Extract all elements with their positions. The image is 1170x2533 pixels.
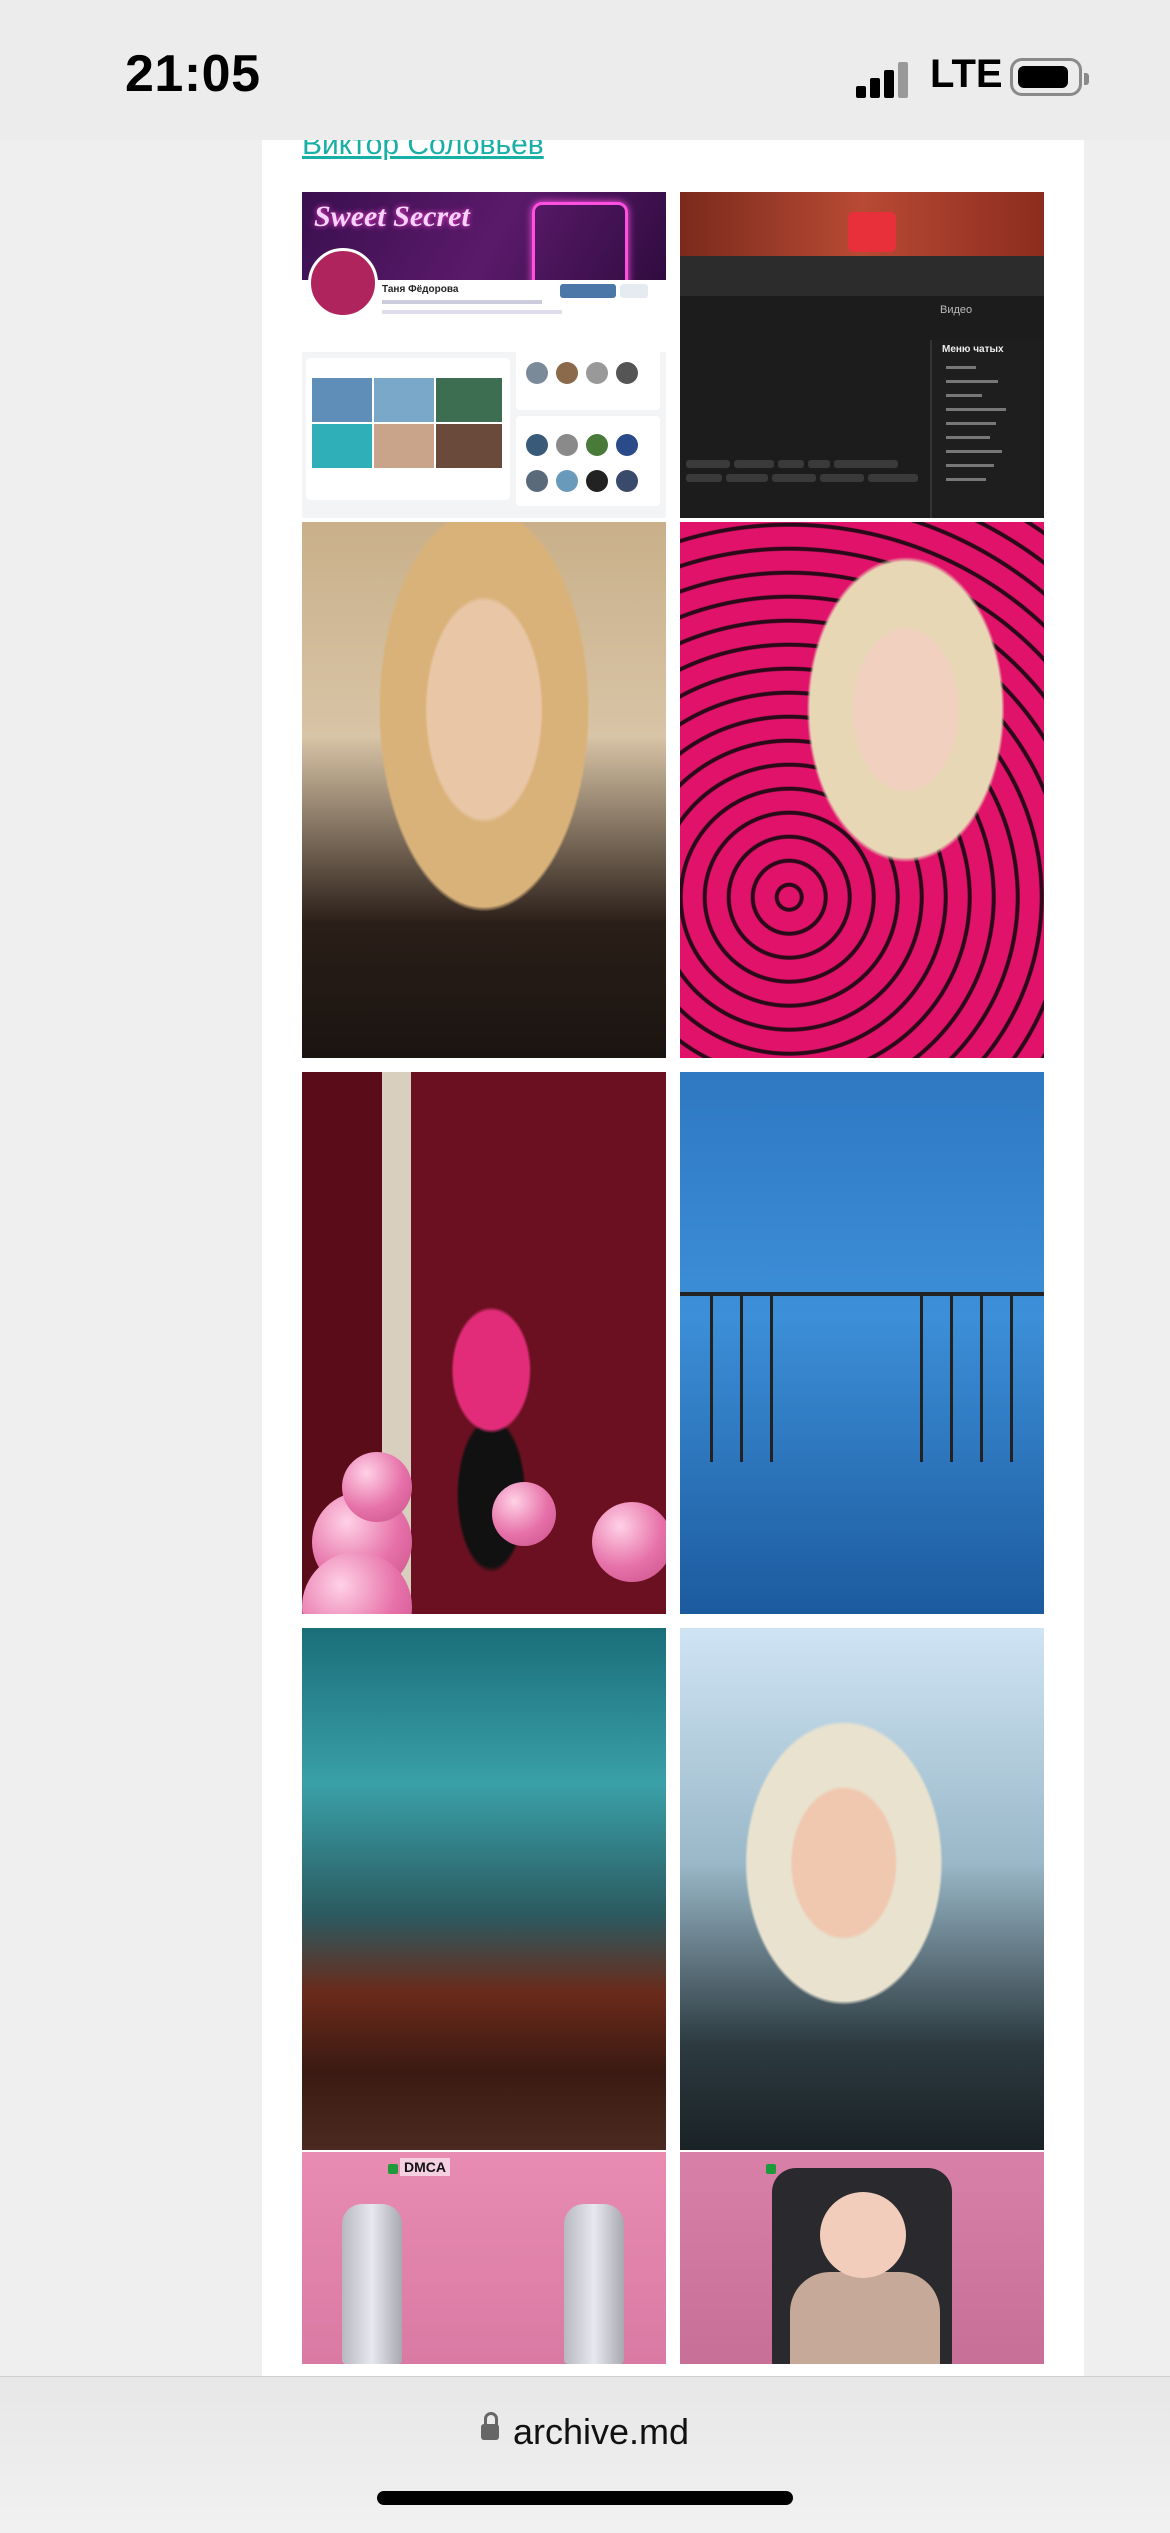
photo-2[interactable] (680, 522, 1044, 1058)
photo-8[interactable] (680, 2152, 1044, 2364)
browser-bottom-bar: archive.md (0, 2376, 1170, 2533)
dark-panel-title: Видео (940, 304, 973, 316)
page-content: Виктор Соловьев Sweet Secret Таня Фёдоро… (262, 140, 1084, 2376)
url-text: archive.md (512, 2411, 690, 2452)
lock-icon (480, 2412, 499, 2441)
phone-icon (848, 212, 896, 252)
home-indicator[interactable] (377, 2491, 793, 2505)
vk-friends-panel (516, 416, 660, 506)
status-time: 21:05 (125, 45, 261, 103)
dark-screenshot[interactable]: Видео Меню чатых (680, 192, 1044, 518)
add-friend-button (560, 284, 616, 298)
status-bar: 21:05 LTE (0, 0, 1170, 140)
photo-5[interactable] (302, 1628, 666, 2150)
camera-indicator-icon (766, 2164, 776, 2174)
photo-3[interactable] (302, 1072, 666, 1614)
photo-4[interactable] (680, 1072, 1044, 1614)
signal-icon (856, 58, 916, 98)
vk-profile-name: Таня Фёдорова (382, 284, 459, 295)
vk-subscriptions-panel (516, 340, 660, 410)
address-bar[interactable]: archive.md (0, 2411, 1170, 2453)
vk-photos-panel (306, 358, 510, 500)
dark-menu-title: Меню чатых (942, 344, 1004, 355)
network-label: LTE (930, 52, 1003, 96)
battery-icon (1010, 58, 1089, 96)
vk-profile-screenshot[interactable]: Sweet Secret Таня Фёдорова (302, 192, 666, 518)
photo-7[interactable]: DMCA (302, 2152, 666, 2364)
camera-indicator-icon (388, 2164, 398, 2174)
stream-overlay-label: DMCA (400, 2158, 450, 2176)
vk-cover-title: Sweet Secret (314, 200, 470, 233)
dark-menu-panel: Видео Меню чатых (930, 304, 1044, 518)
photo-1[interactable] (302, 522, 666, 1058)
author-link[interactable]: Виктор Соловьев (302, 140, 544, 162)
avatar (308, 248, 378, 318)
photo-6[interactable] (680, 1628, 1044, 2150)
